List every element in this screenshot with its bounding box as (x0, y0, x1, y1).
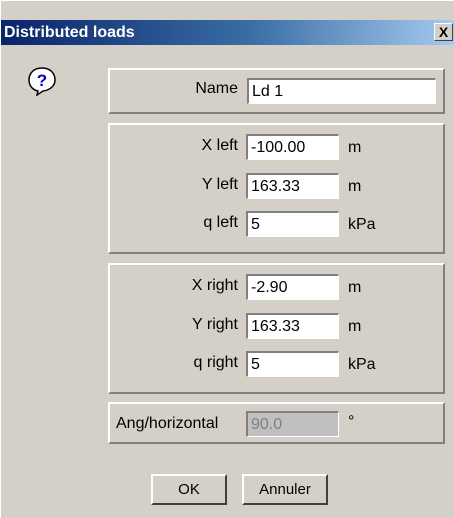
cancel-button[interactable]: Annuler (242, 474, 328, 505)
x-left-label: X left (201, 137, 238, 154)
name-label: Name (195, 80, 238, 97)
q-left-input[interactable] (246, 211, 339, 237)
y-right-input[interactable] (246, 313, 339, 339)
angle-panel: Ang/horizontal ° (108, 402, 445, 444)
q-right-input[interactable] (246, 351, 339, 377)
x-right-input[interactable] (246, 274, 339, 300)
y-right-unit: m (348, 318, 362, 335)
y-left-input[interactable] (246, 173, 339, 199)
x-left-input[interactable] (246, 134, 339, 160)
q-left-unit: kPa (348, 216, 376, 233)
right-point-panel: X right m Y right m q right kPa (108, 263, 445, 394)
q-right-unit: kPa (348, 356, 376, 373)
svg-text:?: ? (37, 71, 47, 90)
window-title: Distributed loads (4, 24, 135, 41)
angle-label: Ang/horizontal (116, 415, 219, 432)
distributed-loads-dialog: Distributed loads X ? Name X left m Y le… (0, 0, 454, 518)
q-left-label: q left (203, 214, 238, 231)
angle-unit: ° (348, 413, 355, 430)
name-panel: Name (108, 68, 445, 114)
angle-input (246, 411, 339, 437)
left-point-panel: X left m Y left m q left kPa (108, 123, 445, 254)
x-left-unit: m (348, 139, 362, 156)
x-right-label: X right (191, 277, 238, 294)
close-icon: X (438, 24, 449, 40)
y-left-label: Y left (201, 176, 238, 193)
x-right-unit: m (348, 279, 362, 296)
y-left-unit: m (348, 178, 362, 195)
name-input[interactable] (247, 78, 436, 104)
q-right-label: q right (193, 354, 238, 371)
title-bar[interactable]: Distributed loads X (1, 20, 454, 45)
ok-button[interactable]: OK (151, 474, 227, 505)
close-button[interactable]: X (434, 23, 453, 41)
question-icon: ? (28, 67, 56, 96)
y-right-label: Y right (192, 316, 238, 333)
